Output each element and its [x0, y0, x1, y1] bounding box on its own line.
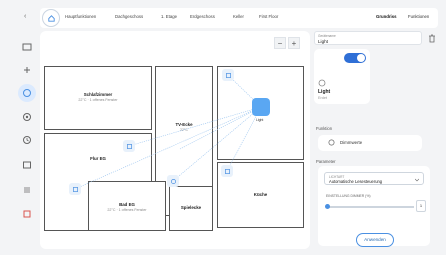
- device-sensor-icon[interactable]: [123, 140, 135, 152]
- dimmer-slider-thumb[interactable]: [325, 204, 330, 209]
- settings-icon[interactable]: [20, 133, 34, 147]
- home-button[interactable]: [42, 9, 60, 27]
- crumb-keller[interactable]: Keller: [233, 14, 244, 19]
- crumb-1-etage[interactable]: 1. Etage: [161, 14, 177, 19]
- lichtart-label: LICHTART: [329, 174, 345, 179]
- segment-grundriss[interactable]: Grundriss: [376, 14, 397, 19]
- apply-button[interactable]: Anwenden: [356, 233, 394, 247]
- users-icon[interactable]: [20, 207, 34, 221]
- circle-icon[interactable]: [20, 110, 34, 124]
- dimmer-slider-track[interactable]: [326, 206, 414, 208]
- device-card[interactable]: Light Erdet: [314, 49, 370, 104]
- device-card-subtitle: Erdet: [318, 96, 328, 100]
- function-value: Dimmwerte: [340, 140, 363, 145]
- device-name-label: Gerätename: [318, 33, 336, 38]
- segment-funktionen[interactable]: Funktionen: [408, 14, 429, 19]
- grid-icon[interactable]: [20, 40, 34, 54]
- top-bar: Hauptfunktionen Dachgeschoss 1. Etage Er…: [40, 8, 438, 28]
- function-label: Funktion: [316, 126, 333, 131]
- sidebar: ‹: [0, 0, 40, 255]
- device-lamp-icon[interactable]: [222, 69, 234, 81]
- floorplan-icon[interactable]: [18, 84, 36, 102]
- crumb-hauptfunktionen[interactable]: Hauptfunktionen: [65, 14, 96, 19]
- list-icon[interactable]: [20, 183, 34, 197]
- lichtart-value: Automatische Lesesteuerung: [329, 179, 383, 185]
- lichtart-dropdown[interactable]: LICHTART Automatische Lesesteuerung: [324, 172, 424, 185]
- light-device-node[interactable]: [252, 98, 270, 116]
- slider-label: EINSTELLUNG DIMMER (%): [326, 194, 371, 198]
- back-chevron-icon[interactable]: ‹: [24, 13, 26, 20]
- lightbulb-icon: [318, 79, 326, 87]
- toggle-knob: [357, 54, 365, 62]
- dimmer-value-input[interactable]: 1: [416, 200, 426, 212]
- floorplan-canvas[interactable]: − + Schlafzimmer 22°C · 1 offenes Fenste…: [40, 31, 310, 249]
- device-panel: Gerätename Light Light Erdet Funktion Di…: [314, 31, 438, 249]
- trash-icon[interactable]: [428, 34, 436, 43]
- chevron-down-icon: [415, 178, 419, 182]
- device-links: [74, 74, 262, 190]
- function-icon: [328, 139, 335, 146]
- device-window-icon[interactable]: [69, 183, 81, 195]
- light-node-label: Light: [256, 118, 264, 122]
- device-card-title: Light: [318, 89, 331, 95]
- image-icon[interactable]: [20, 158, 34, 172]
- home-icon: [47, 14, 55, 22]
- parameters-label: Parameter: [316, 159, 336, 164]
- plus-icon[interactable]: [20, 63, 34, 77]
- crumb-erdgeschoss[interactable]: Erdgeschoss: [190, 14, 215, 19]
- device-thermostat-icon[interactable]: [221, 165, 233, 177]
- crumb-first-floor[interactable]: First Floor: [259, 14, 278, 19]
- device-name-value: Light: [318, 38, 328, 44]
- function-select[interactable]: Dimmwerte: [318, 135, 422, 151]
- crumb-dachgeschoss[interactable]: Dachgeschoss: [115, 14, 143, 19]
- device-name-field[interactable]: Gerätename Light: [314, 31, 422, 45]
- device-plug-icon[interactable]: [167, 175, 179, 187]
- device-toggle[interactable]: [344, 53, 366, 63]
